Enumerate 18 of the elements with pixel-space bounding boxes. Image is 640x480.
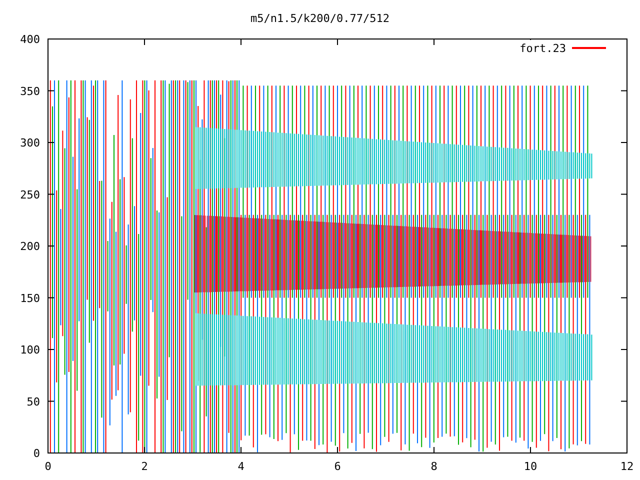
y-tick-label: 250: [20, 188, 40, 202]
x-tick-label: 2: [141, 460, 148, 473]
chart-title: m5/n1.5/k200/0.77/512: [250, 12, 390, 25]
x-tick-label: 12: [620, 460, 634, 473]
y-tick-label: 300: [20, 136, 40, 150]
x-tick-label: 0: [44, 460, 52, 473]
x-tick-label: 6: [334, 460, 341, 473]
y-tick-label: 150: [20, 292, 40, 305]
x-tick-label: 8: [430, 460, 438, 473]
y-tick-label: 400: [20, 33, 40, 46]
x-tick-label: 4: [238, 460, 244, 473]
y-tick-label: 200: [20, 240, 40, 253]
y-tick-label: 50: [26, 395, 40, 408]
y-tick-label: 350: [20, 84, 40, 98]
x-tick-label: 10: [524, 460, 538, 473]
y-tick-label: 100: [20, 344, 40, 356]
y-tick-label: 0: [33, 447, 40, 460]
legend-label: fort.23: [520, 42, 566, 55]
